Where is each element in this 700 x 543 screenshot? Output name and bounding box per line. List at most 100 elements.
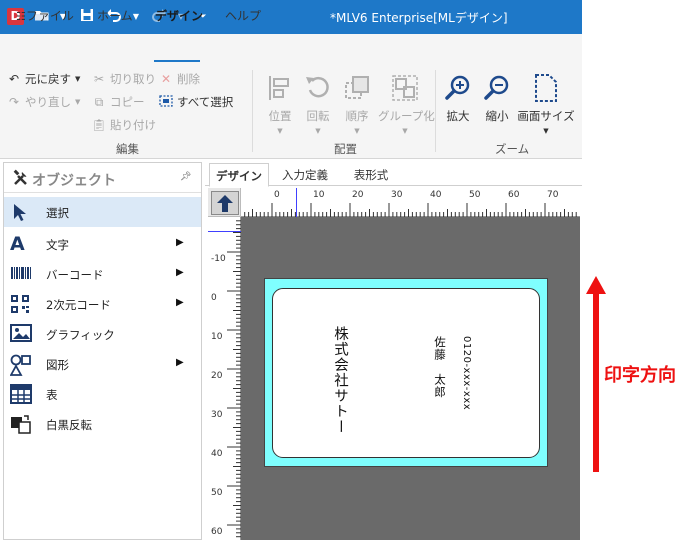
ruler-label: 50 [469, 190, 481, 200]
ribbon-tab-bar [0, 34, 582, 64]
phone-number-text[interactable]: 0120-xxx-xxx [461, 336, 472, 410]
submenu-arrow-icon: ▶ [176, 237, 184, 248]
horizontal-ruler-ticks [244, 203, 577, 217]
order-button[interactable]: 順序 ▼ [336, 70, 378, 140]
edit-group-label: 編集 [116, 142, 139, 156]
clipboard-icon: 📋︎ [91, 118, 107, 132]
screen-size-icon [516, 70, 576, 106]
tab-table-format[interactable]: 表形式 [342, 163, 400, 187]
zoom-out-label: 縮小 [485, 109, 509, 123]
horizontal-ruler [241, 188, 580, 217]
object-item-label: 図形 [46, 358, 69, 372]
chevron-down-icon: ▼ [75, 75, 81, 83]
ruler-label: 60 [508, 190, 520, 200]
ruler-label: 30 [391, 190, 403, 200]
object-item-label: 2次元コード [46, 298, 111, 312]
select-all-label: すべて選択 [177, 95, 234, 109]
tools-icon [12, 169, 30, 187]
submenu-arrow-icon: ▶ [176, 357, 184, 368]
picture-icon [10, 324, 32, 344]
order-label: 順序 [345, 109, 369, 123]
text-a-icon: A [10, 233, 25, 255]
window-title: *MLV6 Enterprise[MLデザイン] [330, 11, 508, 25]
company-name-text[interactable]: 株式会社サトー [330, 326, 351, 435]
chevron-down-icon: ▼ [402, 127, 408, 135]
zoom-out-button[interactable]: 縮小 [480, 70, 514, 140]
tab-input-definition[interactable]: 入力定義 [272, 163, 338, 187]
tab-home[interactable]: ホーム [97, 7, 133, 27]
object-item-label: グラフィック [46, 328, 115, 342]
object-item-barcode[interactable]: バーコード ▶ [4, 259, 201, 289]
ruler-label: 10 [313, 190, 325, 200]
group-button[interactable]: グループ化 ▼ [378, 70, 435, 140]
arrow-up-icon [217, 195, 233, 212]
position-button[interactable]: 位置 ▼ [260, 70, 300, 140]
ruler-label: 30 [211, 410, 223, 420]
object-item-invert[interactable]: 白黒反転 [4, 409, 201, 439]
ruler-label: 0 [274, 190, 280, 200]
object-item-2d-code[interactable]: 2次元コード ▶ [4, 289, 201, 319]
object-item-table[interactable]: 表 [4, 379, 201, 409]
save-icon[interactable] [78, 8, 96, 26]
object-panel-header: オブジェクト 📌︎ [4, 163, 201, 193]
ruler-label: 40 [430, 190, 442, 200]
object-item-label: 文字 [46, 238, 69, 252]
zoom-in-button[interactable]: 拡大 [441, 70, 475, 140]
zoom-in-label: 拡大 [446, 109, 470, 123]
tab-file[interactable]: ☷ファイル [16, 7, 74, 27]
object-item-text[interactable]: A 文字 ▶ [4, 229, 201, 259]
label-card[interactable] [272, 288, 540, 458]
object-item-label: バーコード [46, 268, 104, 282]
object-item-shape[interactable]: 図形 ▶ [4, 349, 201, 379]
table-icon [10, 384, 32, 404]
tab-design[interactable]: デザイン [155, 7, 203, 27]
submenu-arrow-icon: ▶ [176, 297, 184, 308]
ruler-label: 20 [352, 190, 364, 200]
rotate-icon [298, 70, 338, 106]
person-name-text[interactable]: 佐藤 太郎 [432, 336, 448, 399]
cut-label: 切り取り [110, 72, 156, 86]
object-item-select[interactable]: 選択 [4, 197, 201, 227]
redo-label: やり直し [25, 95, 71, 109]
copy-icon: ⧉ [94, 94, 104, 109]
zoom-in-icon [441, 70, 475, 106]
cursor-arrow-icon [10, 202, 32, 222]
arrange-group-label: 配置 [334, 142, 357, 156]
ruler-label: 20 [211, 371, 223, 381]
chevron-down-icon: ▼ [277, 127, 283, 135]
screen-size-label: 画面サイズ [517, 109, 575, 123]
object-item-label: 表 [46, 388, 58, 402]
object-item-graphic[interactable]: グラフィック [4, 319, 201, 349]
rotate-button[interactable]: 回転 ▼ [298, 70, 338, 140]
ruler-label: 70 [547, 190, 559, 200]
copy-button[interactable]: ⧉ コピー [91, 92, 145, 112]
group-divider [252, 70, 253, 152]
undo-button[interactable]: ↶ 元に戻す ▼ [6, 69, 80, 89]
copy-label: コピー [110, 95, 145, 109]
redo-button[interactable]: ↷ やり直し ▼ [6, 92, 80, 112]
pin-icon[interactable]: 📌︎ [180, 172, 191, 182]
object-item-label: 白黒反転 [46, 418, 92, 432]
barcode-icon [10, 264, 32, 284]
tab-design-view[interactable]: デザイン [209, 163, 269, 187]
ruler-label: 50 [211, 488, 223, 498]
delete-button[interactable]: ✕ 削除 [158, 69, 200, 89]
screen-size-button[interactable]: 画面サイズ ▼ [516, 70, 576, 140]
object-panel-title: オブジェクト [32, 173, 116, 189]
object-panel: オブジェクト 📌︎ 選択 A 文字 ▶ バーコード ▶ 2次元コード ▶ グラフ… [3, 162, 202, 540]
tab-help[interactable]: ヘルプ [225, 7, 261, 27]
zoom-out-icon [480, 70, 514, 106]
group-objects-icon [378, 70, 432, 106]
chevron-down-icon: ▼ [75, 98, 81, 106]
select-all-button[interactable]: すべて選択 [158, 92, 233, 112]
print-direction-label: 印字方向 [604, 365, 676, 386]
object-item-label: 選択 [46, 206, 69, 220]
cut-button[interactable]: ✂ 切り取り [91, 69, 156, 89]
paste-button[interactable]: 📋︎ 貼り付け [91, 115, 156, 135]
chevron-down-icon: ▼ [315, 127, 321, 135]
tab-file-label: ファイル [25, 9, 74, 23]
print-orientation-button[interactable] [211, 191, 239, 215]
list-icon: ☷ [16, 10, 26, 23]
align-position-icon [260, 70, 300, 106]
undo-icon: ↶ [8, 72, 20, 86]
